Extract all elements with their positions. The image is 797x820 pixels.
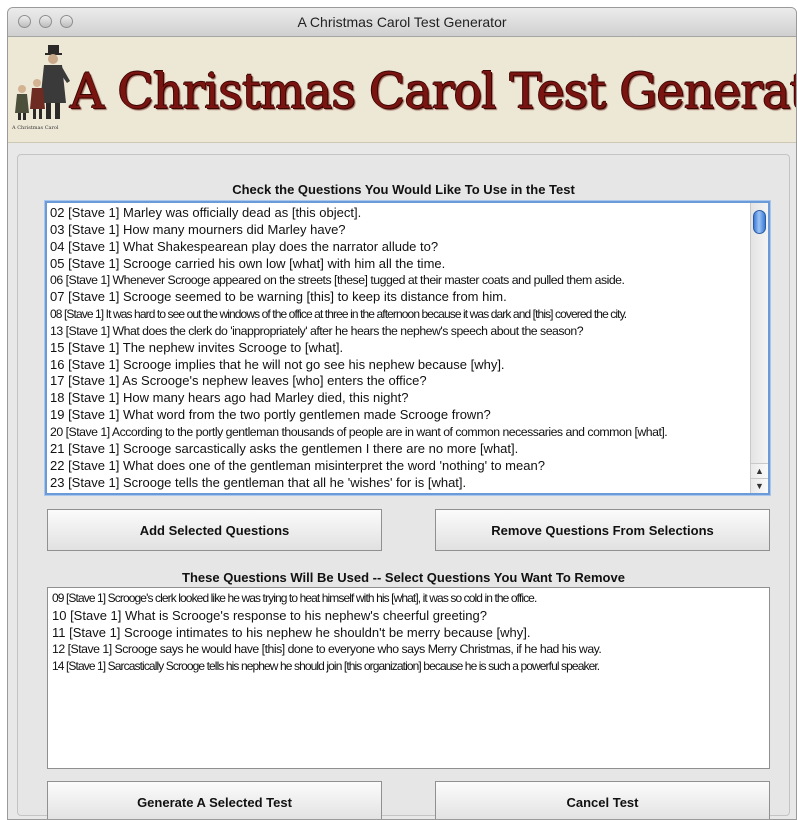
vertical-scrollbar[interactable]: ▲ ▼ (750, 203, 768, 493)
list-item[interactable]: 03 [Stave 1] How many mourners did Marle… (50, 222, 746, 239)
cancel-test-button[interactable]: Cancel Test (435, 781, 770, 819)
list-item[interactable]: 10 [Stave 1] What is Scrooge's response … (52, 607, 763, 624)
header-banner: A Christmas Carol A Christmas Carol Test… (8, 37, 796, 143)
generate-test-button[interactable]: Generate A Selected Test (47, 781, 382, 819)
list-item[interactable]: 19 [Stave 1] What word from the two port… (50, 407, 746, 424)
zoom-window-button[interactable] (60, 15, 73, 28)
list-item[interactable]: 15 [Stave 1] The nephew invites Scrooge … (50, 340, 746, 357)
available-questions-heading: Check the Questions You Would Like To Us… (232, 182, 575, 197)
list-item[interactable]: 17 [Stave 1] As Scrooge's nephew leaves … (50, 373, 746, 390)
remove-questions-button[interactable]: Remove Questions From Selections (435, 509, 770, 551)
title-bar[interactable]: A Christmas Carol Test Generator (8, 8, 796, 37)
selected-questions-heading: These Questions Will Be Used -- Select Q… (182, 570, 625, 585)
list-item[interactable]: 12 [Stave 1] Scrooge says he would have … (52, 641, 763, 658)
available-questions-list[interactable]: 02 [Stave 1] Marley was officially dead … (45, 201, 770, 495)
app-window: A Christmas Carol Test Generator A Chris… (7, 7, 797, 820)
list-item[interactable]: 22 [Stave 1] What does one of the gentle… (50, 458, 746, 475)
main-panel: Check the Questions You Would Like To Us… (17, 154, 790, 819)
list-item[interactable]: 07 [Stave 1] Scrooge seemed to be warnin… (50, 289, 746, 306)
list-item[interactable]: 09 [Stave 1] Scrooge's clerk looked like… (52, 590, 763, 607)
selected-questions-list[interactable]: 09 [Stave 1] Scrooge's clerk looked like… (47, 587, 770, 769)
available-questions-rows: 02 [Stave 1] Marley was officially dead … (50, 205, 746, 491)
list-item[interactable]: 16 [Stave 1] Scrooge implies that he wil… (50, 357, 746, 374)
list-item[interactable]: 18 [Stave 1] How many hears ago had Marl… (50, 390, 746, 407)
list-item[interactable]: 08 [Stave 1] It was hard to see out the … (50, 306, 746, 323)
list-item[interactable]: 13 [Stave 1] What does the clerk do 'ina… (50, 323, 746, 340)
window-controls (18, 15, 73, 28)
close-window-button[interactable] (18, 15, 31, 28)
minimize-window-button[interactable] (39, 15, 52, 28)
scroll-down-arrow-icon[interactable]: ▼ (751, 478, 768, 493)
illustration-caption: A Christmas Carol (12, 125, 59, 131)
scrollbar-thumb[interactable] (753, 210, 766, 234)
list-item[interactable]: 14 [Stave 1] Sarcastically Scrooge tells… (52, 658, 763, 675)
banner-title: A Christmas Carol Test Generator (70, 63, 797, 120)
scrooge-illustration-icon (15, 45, 70, 120)
list-item[interactable]: 06 [Stave 1] Whenever Scrooge appeared o… (50, 272, 746, 289)
selected-questions-rows: 09 [Stave 1] Scrooge's clerk looked like… (52, 590, 763, 675)
add-selected-questions-button[interactable]: Add Selected Questions (47, 509, 382, 551)
list-item[interactable]: 23 [Stave 1] Scrooge tells the gentleman… (50, 475, 746, 492)
list-item[interactable]: 05 [Stave 1] Scrooge carried his own low… (50, 256, 746, 273)
list-item[interactable]: 20 [Stave 1] According to the portly gen… (50, 424, 746, 441)
scroll-up-arrow-icon[interactable]: ▲ (751, 463, 768, 478)
list-item[interactable]: 21 [Stave 1] Scrooge sarcastically asks … (50, 441, 746, 458)
list-item[interactable]: 04 [Stave 1] What Shakespearean play doe… (50, 239, 746, 256)
window-title: A Christmas Carol Test Generator (297, 14, 507, 30)
list-item[interactable]: 11 [Stave 1] Scrooge intimates to his ne… (52, 624, 763, 641)
list-item[interactable]: 02 [Stave 1] Marley was officially dead … (50, 205, 746, 222)
